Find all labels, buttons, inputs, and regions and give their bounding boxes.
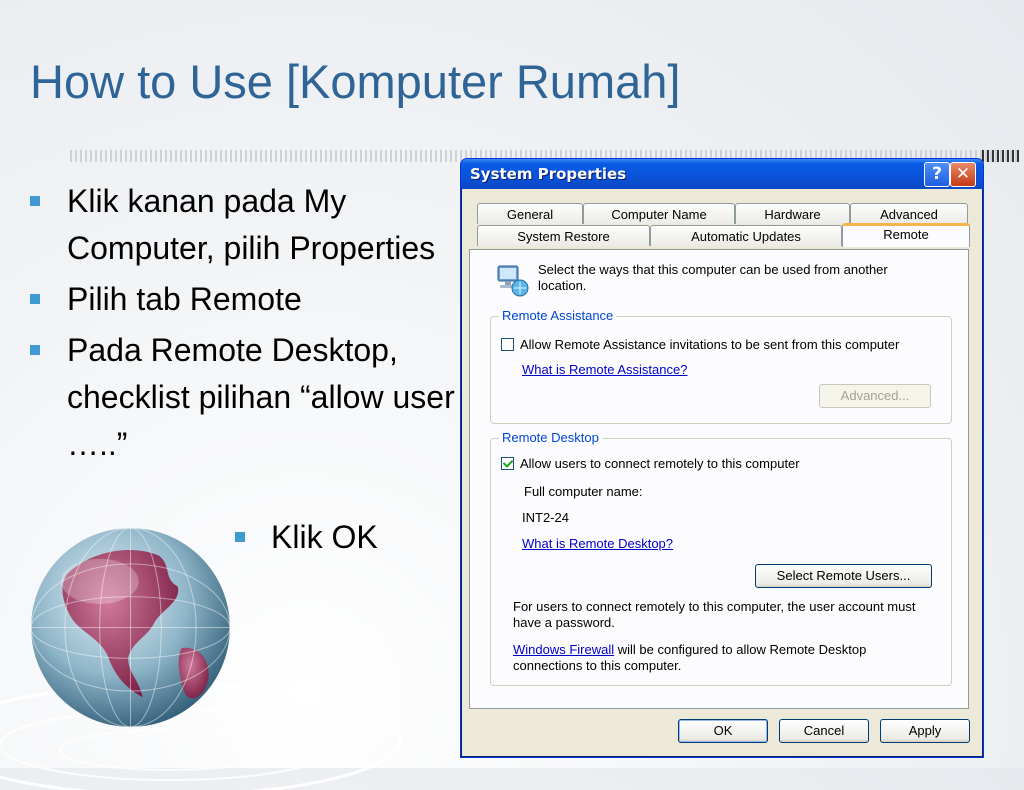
bullet-square-icon xyxy=(30,294,40,304)
close-button[interactable]: ✕ xyxy=(950,162,976,187)
remote-desktop-group: Remote Desktop Allow users to connect re… xyxy=(490,430,952,686)
apply-button[interactable]: Apply xyxy=(880,719,970,743)
tab-system-restore[interactable]: System Restore xyxy=(477,225,650,246)
full-computer-name-label: Full computer name: xyxy=(524,484,643,499)
tab-automatic-updates[interactable]: Automatic Updates xyxy=(650,225,842,246)
select-remote-users-button[interactable]: Select Remote Users... xyxy=(755,564,932,588)
bullet-item: Pada Remote Desktop, checklist pilihan “… xyxy=(26,327,456,468)
bullet-square-icon xyxy=(30,196,40,206)
tab-advanced[interactable]: Advanced xyxy=(850,203,968,224)
bullet-list: Klik kanan pada My Computer, pilih Prope… xyxy=(26,178,456,472)
help-button[interactable]: ? xyxy=(924,162,950,187)
intro-row: Select the ways that this computer can b… xyxy=(494,262,918,298)
allow-remote-assistance-label: Allow Remote Assistance invitations to b… xyxy=(520,337,900,352)
cancel-button[interactable]: Cancel xyxy=(779,719,869,743)
remote-tab-panel: Select the ways that this computer can b… xyxy=(469,249,969,709)
allow-remote-assistance-checkbox[interactable] xyxy=(501,338,514,351)
allow-remote-desktop-label: Allow users to connect remotely to this … xyxy=(520,456,800,471)
bullet-item: Pilih tab Remote xyxy=(26,276,456,323)
ok-button[interactable]: OK xyxy=(678,719,768,743)
password-note: For users to connect remotely to this co… xyxy=(513,599,916,630)
globe-icon xyxy=(30,527,231,728)
allow-remote-assistance-checkbox-row[interactable]: Allow Remote Assistance invitations to b… xyxy=(501,337,899,352)
tab-remote[interactable]: Remote xyxy=(842,223,970,247)
system-properties-dialog: System Properties ? ✕ General Computer N… xyxy=(460,158,984,758)
allow-remote-desktop-checkbox[interactable] xyxy=(501,457,514,470)
advanced-button[interactable]: Advanced... xyxy=(819,384,931,408)
intro-text: Select the ways that this computer can b… xyxy=(538,262,888,293)
remote-assistance-group: Remote Assistance Allow Remote Assistanc… xyxy=(490,308,952,424)
allow-remote-desktop-checkbox-row[interactable]: Allow users to connect remotely to this … xyxy=(501,456,800,471)
dialog-titlebar[interactable]: System Properties ? ✕ xyxy=(461,159,983,189)
slide-title: How to Use [Komputer Rumah] xyxy=(30,55,681,108)
what-is-remote-assistance-link[interactable]: What is Remote Assistance? xyxy=(522,362,687,377)
remote-computer-icon xyxy=(497,265,529,297)
remote-assistance-legend: Remote Assistance xyxy=(499,308,617,324)
bullet-square-icon xyxy=(30,345,40,355)
bullet-square-icon xyxy=(235,532,245,542)
what-is-remote-desktop-link[interactable]: What is Remote Desktop? xyxy=(522,536,673,551)
computer-name-value: INT2-24 xyxy=(522,510,569,525)
windows-firewall-link[interactable]: Windows Firewall xyxy=(513,642,614,657)
sub-bullet-item: Klik OK xyxy=(235,514,378,561)
dialog-title: System Properties xyxy=(470,165,627,183)
tab-computer-name[interactable]: Computer Name xyxy=(583,203,735,224)
decorative-divider-end xyxy=(982,150,1022,162)
tab-general[interactable]: General xyxy=(477,203,583,224)
bullet-item: Klik kanan pada My Computer, pilih Prope… xyxy=(26,178,456,272)
remote-desktop-legend: Remote Desktop xyxy=(499,430,602,446)
tab-hardware[interactable]: Hardware xyxy=(735,203,850,224)
firewall-note: Windows Firewall will be configured to a… xyxy=(513,642,913,674)
